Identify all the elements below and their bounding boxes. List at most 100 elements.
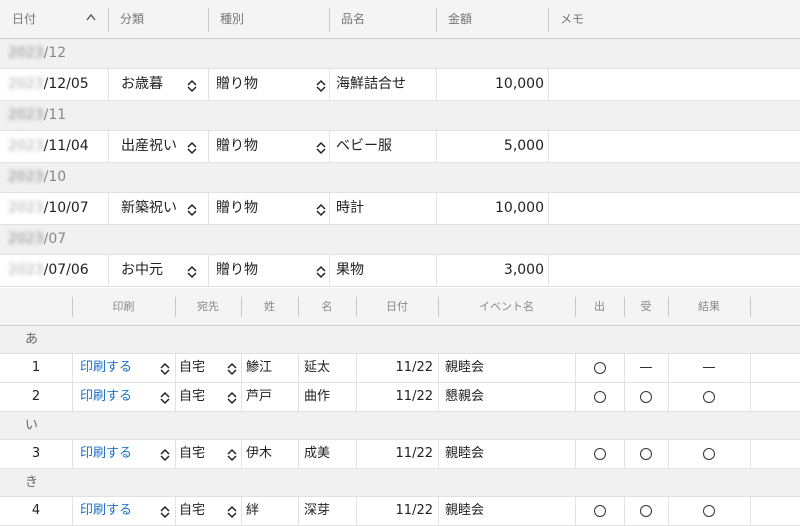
category-select[interactable]: お中元 bbox=[108, 255, 208, 286]
table-row[interactable]: 1 印刷する 自宅 鯵江 延太 11/22 親睦会 bbox=[0, 354, 800, 383]
cell-item[interactable]: 果物 bbox=[336, 255, 434, 286]
address-select[interactable]: 自宅 bbox=[175, 440, 241, 468]
cell-mark[interactable] bbox=[624, 497, 668, 525]
cell-last-name[interactable]: 伊木 bbox=[246, 440, 296, 468]
kana-group-header[interactable]: い bbox=[0, 412, 800, 440]
header-item[interactable]: 品名 bbox=[329, 0, 436, 38]
cell-mark[interactable] bbox=[668, 497, 750, 525]
cell-mark[interactable] bbox=[668, 440, 750, 468]
table-row[interactable]: 2023/10/07 新築祝い 贈り物 時計 10,000 bbox=[0, 193, 800, 225]
chevron-up-down-icon[interactable] bbox=[226, 361, 238, 376]
header-date[interactable]: 日付 bbox=[356, 288, 438, 325]
cell-date[interactable]: 2023/10/07 bbox=[8, 193, 108, 224]
chevron-up-down-icon[interactable] bbox=[159, 361, 171, 376]
sort-ascending-icon[interactable] bbox=[86, 0, 96, 38]
address-select[interactable]: 自宅 bbox=[175, 497, 241, 525]
header-print[interactable]: 印刷 bbox=[72, 288, 175, 325]
month-group-header[interactable]: 2023/12 bbox=[0, 39, 800, 69]
cell-event[interactable]: 懇親会 bbox=[445, 383, 573, 411]
table-row[interactable]: 2023/12/05 お歳暮 贈り物 海鮮詰合せ 10,000 bbox=[0, 69, 800, 101]
chevron-up-down-icon[interactable] bbox=[226, 447, 238, 462]
cell-amount[interactable]: 10,000 bbox=[436, 193, 544, 224]
cell-event[interactable]: 親睦会 bbox=[445, 354, 573, 382]
header-event[interactable]: イベント名 bbox=[438, 288, 575, 325]
cell-mark[interactable] bbox=[668, 354, 750, 382]
cell-date[interactable]: 11/22 bbox=[356, 383, 433, 411]
category-select[interactable]: お歳暮 bbox=[108, 69, 208, 100]
chevron-up-down-icon[interactable] bbox=[159, 447, 171, 462]
header-in[interactable]: 受 bbox=[624, 288, 668, 325]
cell-first-name[interactable]: 延太 bbox=[304, 354, 354, 382]
chevron-up-down-icon[interactable] bbox=[226, 504, 238, 519]
chevron-up-down-icon[interactable] bbox=[159, 390, 171, 405]
category-select[interactable]: 出産祝い bbox=[108, 131, 208, 162]
kana-group-header[interactable]: あ bbox=[0, 326, 800, 354]
cell-event[interactable]: 親睦会 bbox=[445, 440, 573, 468]
cell-mark[interactable] bbox=[575, 497, 624, 525]
cell-memo[interactable] bbox=[556, 69, 796, 100]
kind-select[interactable]: 贈り物 bbox=[208, 193, 329, 224]
kind-select[interactable]: 贈り物 bbox=[208, 69, 329, 100]
chevron-up-down-icon[interactable] bbox=[315, 202, 327, 217]
header-first-name[interactable]: 名 bbox=[298, 288, 356, 325]
cell-item[interactable]: ベビー服 bbox=[336, 131, 434, 162]
cell-first-name[interactable]: 曲作 bbox=[304, 383, 354, 411]
chevron-up-down-icon[interactable] bbox=[315, 140, 327, 155]
cell-date[interactable]: 2023/07/06 bbox=[8, 255, 108, 286]
cell-amount[interactable]: 3,000 bbox=[436, 255, 544, 286]
cell-amount[interactable]: 5,000 bbox=[436, 131, 544, 162]
address-select[interactable]: 自宅 bbox=[175, 354, 241, 382]
header-address[interactable]: 宛先 bbox=[175, 288, 241, 325]
address-select[interactable]: 自宅 bbox=[175, 383, 241, 411]
cell-date[interactable]: 2023/12/05 bbox=[8, 69, 108, 100]
cell-last-name[interactable]: 絆 bbox=[246, 497, 296, 525]
cell-item[interactable]: 海鮮詰合せ bbox=[336, 69, 434, 100]
cell-mark[interactable] bbox=[624, 440, 668, 468]
cell-mark[interactable] bbox=[575, 354, 624, 382]
chevron-up-down-icon[interactable] bbox=[186, 78, 198, 93]
header-amount[interactable]: 金額 bbox=[436, 0, 548, 38]
cell-first-name[interactable]: 深芽 bbox=[304, 497, 354, 525]
kind-select[interactable]: 贈り物 bbox=[208, 255, 329, 286]
cell-date[interactable]: 11/22 bbox=[356, 354, 433, 382]
chevron-up-down-icon[interactable] bbox=[159, 504, 171, 519]
print-select[interactable]: 印刷する bbox=[72, 354, 175, 382]
month-group-header[interactable]: 2023/11 bbox=[0, 101, 800, 131]
month-group-header[interactable]: 2023/07 bbox=[0, 225, 800, 255]
cell-memo[interactable] bbox=[556, 131, 796, 162]
header-out[interactable]: 出 bbox=[575, 288, 624, 325]
chevron-up-down-icon[interactable] bbox=[186, 140, 198, 155]
chevron-up-down-icon[interactable] bbox=[226, 390, 238, 405]
category-select[interactable]: 新築祝い bbox=[108, 193, 208, 224]
cell-memo[interactable] bbox=[556, 193, 796, 224]
cell-first-name[interactable]: 成美 bbox=[304, 440, 354, 468]
kana-group-header[interactable]: き bbox=[0, 469, 800, 497]
cell-mark[interactable] bbox=[624, 383, 668, 411]
header-result[interactable]: 結果 bbox=[668, 288, 750, 325]
chevron-up-down-icon[interactable] bbox=[315, 78, 327, 93]
table-row[interactable]: 3 印刷する 自宅 伊木 成美 11/22 親睦会 bbox=[0, 440, 800, 469]
header-last-name[interactable]: 姓 bbox=[241, 288, 298, 325]
kind-select[interactable]: 贈り物 bbox=[208, 131, 329, 162]
header-memo[interactable]: メモ bbox=[548, 0, 800, 38]
cell-last-name[interactable]: 芦戸 bbox=[246, 383, 296, 411]
cell-date[interactable]: 2023/11/04 bbox=[8, 131, 108, 162]
cell-amount[interactable]: 10,000 bbox=[436, 69, 544, 100]
print-select[interactable]: 印刷する bbox=[72, 383, 175, 411]
header-kind[interactable]: 種別 bbox=[208, 0, 329, 38]
chevron-up-down-icon[interactable] bbox=[186, 264, 198, 279]
table-row[interactable]: 2023/11/04 出産祝い 贈り物 ベビー服 5,000 bbox=[0, 131, 800, 163]
table-row[interactable]: 2 印刷する 自宅 芦戸 曲作 11/22 懇親会 bbox=[0, 383, 800, 412]
chevron-up-down-icon[interactable] bbox=[315, 264, 327, 279]
header-separator[interactable] bbox=[750, 297, 751, 317]
cell-last-name[interactable]: 鯵江 bbox=[246, 354, 296, 382]
header-category[interactable]: 分類 bbox=[108, 0, 208, 38]
table-row[interactable]: 4 印刷する 自宅 絆深芽 11/22 親睦会 bbox=[0, 497, 800, 526]
month-group-header[interactable]: 2023/10 bbox=[0, 163, 800, 193]
cell-mark[interactable] bbox=[624, 354, 668, 382]
print-select[interactable]: 印刷する bbox=[72, 497, 175, 525]
cell-mark[interactable] bbox=[575, 383, 624, 411]
cell-event[interactable]: 親睦会 bbox=[445, 497, 573, 525]
cell-mark[interactable] bbox=[668, 383, 750, 411]
chevron-up-down-icon[interactable] bbox=[186, 202, 198, 217]
